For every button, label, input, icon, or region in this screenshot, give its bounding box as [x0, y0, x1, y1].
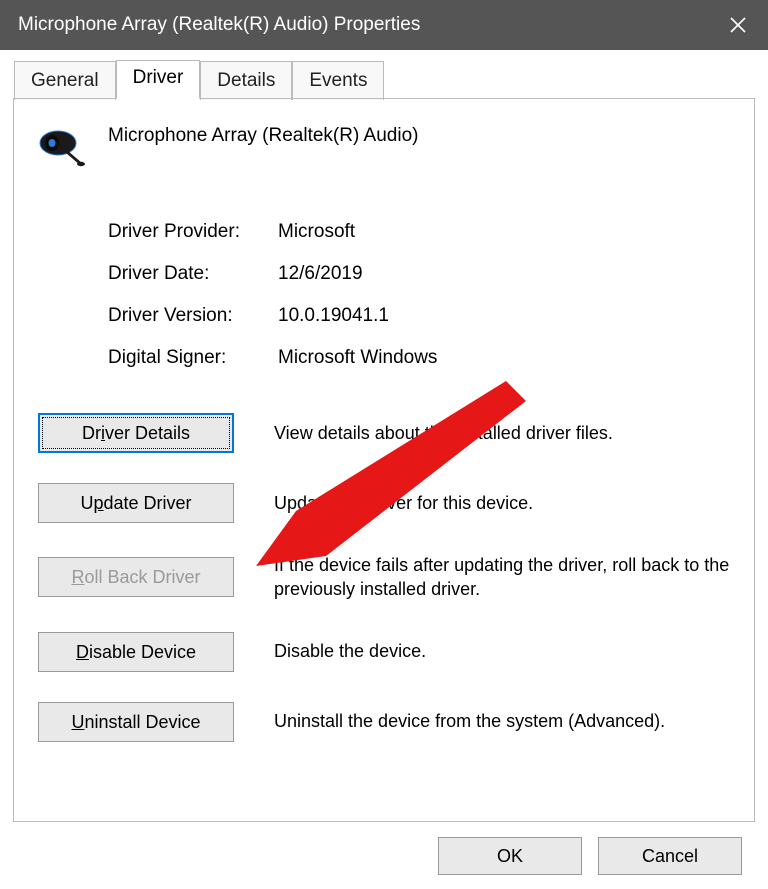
roll-back-driver-button: Roll Back Driver [38, 557, 234, 597]
driver-info-grid: Driver Provider: Microsoft Driver Date: … [108, 221, 730, 369]
window-title: Microphone Array (Realtek(R) Audio) Prop… [18, 14, 708, 36]
digital-signer-label: Digital Signer: [108, 347, 278, 369]
driver-version-label: Driver Version: [108, 305, 278, 327]
driver-provider-value: Microsoft [278, 221, 730, 243]
disable-device-desc: Disable the device. [274, 639, 730, 663]
update-driver-desc: Update the driver for this device. [274, 491, 730, 515]
webcam-device-icon [38, 127, 86, 169]
roll-back-driver-desc: If the device fails after updating the d… [274, 553, 730, 602]
driver-version-value: 10.0.19041.1 [278, 305, 730, 327]
uninstall-device-desc: Uninstall the device from the system (Ad… [274, 709, 730, 733]
tab-strip: General Driver Details Events [14, 60, 768, 99]
tab-events[interactable]: Events [292, 61, 384, 100]
titlebar: Microphone Array (Realtek(R) Audio) Prop… [0, 0, 768, 50]
disable-device-button[interactable]: Disable Device [38, 632, 234, 672]
uninstall-device-button[interactable]: Uninstall Device [38, 702, 234, 742]
tab-general[interactable]: General [14, 61, 116, 100]
tab-details[interactable]: Details [200, 61, 292, 100]
driver-date-value: 12/6/2019 [278, 263, 730, 285]
driver-details-button[interactable]: Driver Details [38, 413, 234, 453]
cancel-button[interactable]: Cancel [598, 837, 742, 875]
driver-provider-label: Driver Provider: [108, 221, 278, 243]
dialog-footer: OK Cancel [0, 823, 768, 889]
driver-tab-panel: Microphone Array (Realtek(R) Audio) Driv… [13, 98, 755, 822]
digital-signer-value: Microsoft Windows [278, 347, 730, 369]
ok-button[interactable]: OK [438, 837, 582, 875]
driver-date-label: Driver Date: [108, 263, 278, 285]
tab-driver[interactable]: Driver [116, 60, 201, 99]
device-name: Microphone Array (Realtek(R) Audio) [108, 123, 418, 147]
driver-details-desc: View details about the installed driver … [274, 421, 730, 445]
close-icon[interactable] [708, 0, 768, 50]
update-driver-button[interactable]: Update Driver [38, 483, 234, 523]
